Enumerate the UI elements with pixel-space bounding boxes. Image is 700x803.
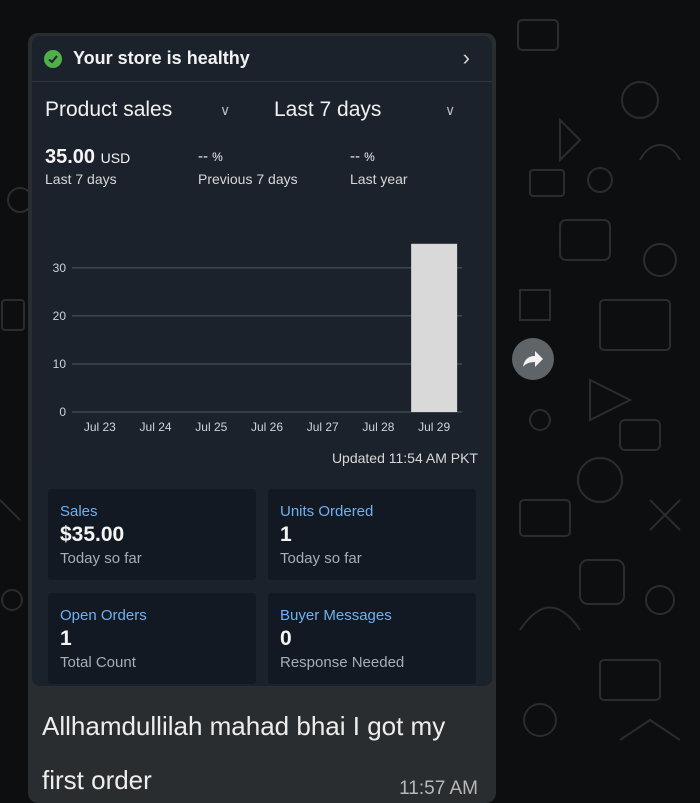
y-tick-label: 10 — [53, 357, 67, 371]
y-tick-label: 20 — [53, 309, 67, 323]
chart-bar — [411, 243, 458, 412]
last-year-change: -- % — [350, 148, 375, 165]
last-year-change-unit: % — [364, 150, 375, 164]
last-year-change-value: -- — [350, 148, 360, 165]
tile-title: Open Orders — [60, 607, 147, 624]
chevron-down-icon[interactable]: ∨ — [445, 102, 455, 119]
x-tick-label: Jul 27 — [307, 420, 339, 434]
current-sales-amount: 35.00 — [45, 146, 96, 168]
current-sales-value: 35.00 USD — [45, 146, 130, 169]
check-circle-icon — [44, 49, 62, 68]
x-tick-label: Jul 29 — [418, 420, 450, 434]
forward-button[interactable] — [512, 338, 554, 380]
tile-value: 1 — [60, 627, 72, 650]
tile-title: Units Ordered — [280, 503, 374, 520]
message-timestamp: 11:57 AM — [399, 778, 478, 799]
x-tick-label: Jul 26 — [251, 420, 283, 434]
previous-period-change: -- % — [198, 148, 223, 165]
forward-arrow-icon — [523, 351, 543, 367]
open-orders-tile[interactable]: Open Orders 1 Total Count — [48, 593, 256, 684]
x-tick-label: Jul 23 — [84, 420, 116, 434]
tile-value: 0 — [280, 627, 292, 650]
product-sales-chart: 0 10 20 30 Jul 23 Jul 24 Jul 25 Jul 26 Jul 27 Jul… — [53, 243, 462, 434]
tile-value: 1 — [280, 523, 292, 546]
buyer-messages-tile[interactable]: Buyer Messages 0 Response Needed — [268, 593, 476, 684]
tile-title: Sales — [60, 503, 98, 520]
previous-period-label: Previous 7 days — [198, 171, 298, 187]
sales-tile[interactable]: Sales $35.00 Today so far — [48, 489, 256, 580]
metric-selector[interactable]: Product sales — [45, 98, 172, 122]
period-selector[interactable]: Last 7 days — [274, 98, 381, 122]
previous-change-unit: % — [212, 150, 223, 164]
chevron-right-icon[interactable]: › — [463, 45, 470, 71]
tile-subtitle: Today so far — [60, 550, 142, 567]
x-tick-label: Jul 24 — [140, 420, 172, 434]
tile-subtitle: Response Needed — [280, 654, 405, 671]
store-dashboard-screenshot[interactable]: Your store is healthy › Product sales ∨ … — [32, 36, 492, 686]
chat-message-bubble[interactable]: Your store is healthy › Product sales ∨ … — [28, 33, 496, 803]
updated-timestamp: Updated 11:54 AM PKT — [331, 450, 478, 466]
x-tick-label: Jul 25 — [195, 420, 227, 434]
y-tick-label: 0 — [59, 405, 66, 419]
current-sales-unit: USD — [100, 150, 131, 166]
previous-change-value: -- — [198, 148, 208, 165]
last-year-label: Last year — [350, 171, 408, 187]
tile-title: Buyer Messages — [280, 607, 392, 624]
tile-subtitle: Today so far — [280, 550, 362, 567]
current-period-label: Last 7 days — [45, 171, 117, 187]
y-tick-label: 30 — [53, 261, 67, 275]
tile-value: $35.00 — [60, 523, 125, 546]
tile-subtitle: Total Count — [60, 654, 136, 671]
store-health-banner[interactable]: Your store is healthy › — [32, 36, 492, 82]
chevron-down-icon[interactable]: ∨ — [220, 102, 230, 119]
units-ordered-tile[interactable]: Units Ordered 1 Today so far — [268, 489, 476, 580]
summary-tiles: Sales $35.00 Today so far Units Ordered … — [32, 472, 492, 686]
store-health-text: Your store is healthy — [73, 48, 250, 68]
x-tick-label: Jul 28 — [362, 420, 394, 434]
